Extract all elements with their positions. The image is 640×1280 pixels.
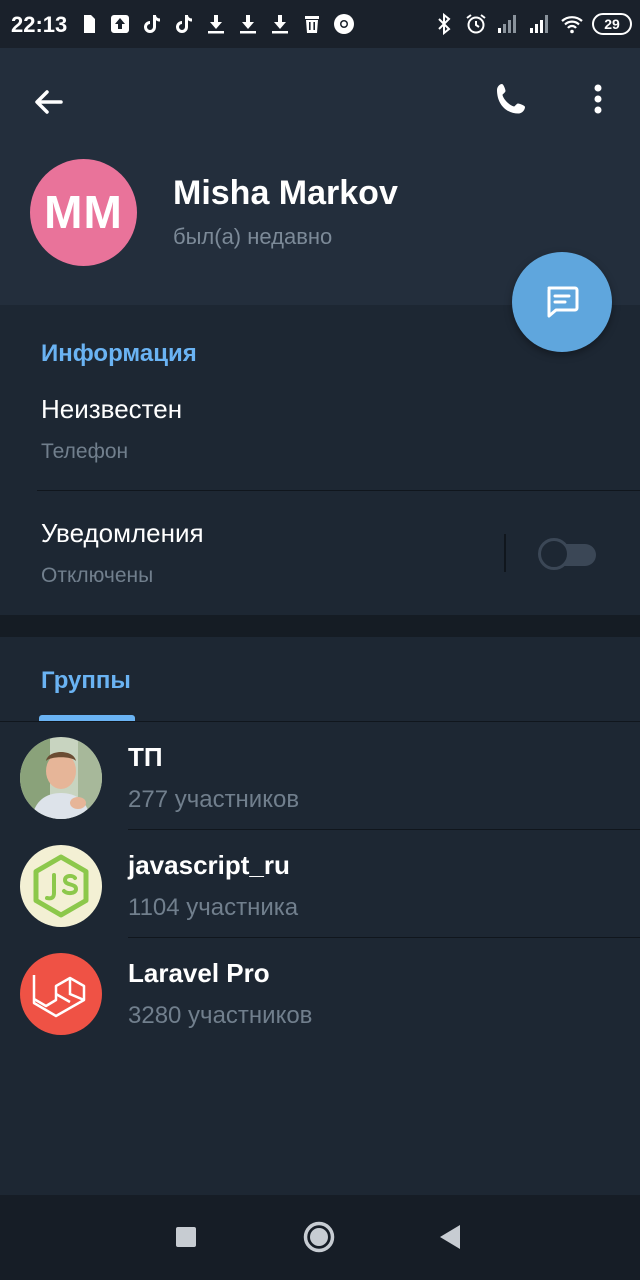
notifications-toggle[interactable] [538, 538, 598, 570]
notifications-title: Уведомления [41, 518, 204, 548]
status-bar: 22:13 29 [0, 0, 640, 48]
group-item-tp[interactable]: ТП 277 участников [0, 722, 640, 830]
group-member-count: 1104 участника [128, 894, 299, 921]
system-nav-bar [0, 1195, 640, 1280]
trash-icon [305, 16, 319, 33]
signal-icon [498, 15, 516, 33]
bluetooth-icon [438, 12, 451, 36]
info-section: Информация Неизвестен Телефон Уведомлени… [0, 305, 640, 615]
contact-name: Misha Markov [173, 174, 398, 212]
section-gap [0, 615, 640, 637]
recents-square-icon[interactable] [168, 1219, 204, 1255]
notifications-state: Отключены [41, 564, 154, 587]
tiktok-icon [144, 15, 160, 33]
group-member-count: 277 участников [128, 786, 300, 813]
groups-section: Группы ТП 277 участников javascript_ru 1… [0, 637, 640, 1194]
wifi-icon [561, 16, 583, 34]
info-section-title: Информация [41, 340, 197, 367]
status-notification-icons [76, 12, 356, 36]
group-name: javascript_ru [128, 850, 290, 880]
alarm-icon [466, 14, 486, 34]
download-icon [208, 15, 224, 34]
back-arrow-icon[interactable] [26, 80, 70, 124]
message-icon [547, 286, 579, 318]
laravel-logo-icon [20, 953, 102, 1035]
phone-value: Неизвестен [41, 394, 183, 424]
signal-icon [530, 15, 548, 33]
phone-label: Телефон [41, 440, 129, 463]
contact-status: был(а) недавно [173, 224, 333, 249]
status-time: 22:13 [11, 12, 68, 37]
back-triangle-icon[interactable] [432, 1219, 468, 1255]
status-system-icons: 29 [432, 12, 632, 36]
divider [37, 490, 640, 491]
more-vertical-icon[interactable] [576, 78, 620, 122]
group-member-count: 3280 участников [128, 1002, 313, 1029]
chrome-icon [334, 14, 354, 34]
js-logo-icon [20, 845, 102, 927]
group-item-laravel-pro[interactable]: Laravel Pro 3280 участников [0, 938, 640, 1046]
avatar[interactable]: MM [30, 159, 137, 266]
toggle-knob [538, 538, 570, 570]
group-item-javascript-ru[interactable]: javascript_ru 1104 участника [0, 830, 640, 938]
battery-icon: 29 [592, 13, 632, 35]
group-name: Laravel Pro [128, 958, 270, 988]
send-message-button[interactable] [512, 252, 612, 352]
download-icon [272, 15, 288, 34]
tab-groups[interactable]: Группы [41, 667, 131, 695]
tiktok-icon [176, 15, 192, 33]
group-name: ТП [128, 742, 163, 772]
download-icon [240, 15, 256, 34]
upload-icon [111, 15, 129, 33]
sim-icon [84, 15, 95, 33]
toggle-separator [504, 534, 506, 572]
group-avatar-photo [20, 737, 102, 819]
phone-icon[interactable] [490, 78, 534, 122]
home-circle-icon[interactable] [301, 1219, 337, 1255]
